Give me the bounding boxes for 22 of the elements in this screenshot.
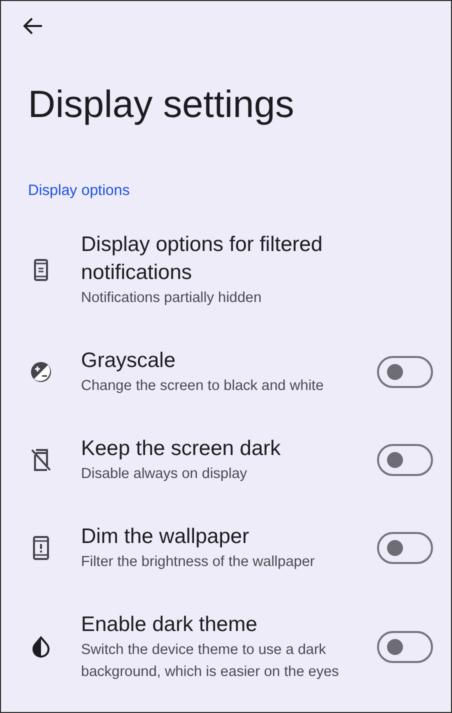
- toggle-switch[interactable]: [377, 356, 433, 388]
- setting-summary: Change the screen to black and white: [81, 377, 325, 396]
- phone-alert-icon: [33, 536, 49, 560]
- setting-title[interactable]: Grayscale: [81, 347, 363, 375]
- setting-title[interactable]: Keep the screen dark: [81, 435, 363, 463]
- drop-half-icon: [32, 636, 50, 658]
- phone-lines-icon: [34, 259, 48, 281]
- section-header: Display options: [28, 181, 131, 201]
- setting-summary: Notifications partially hidden: [81, 289, 263, 308]
- setting-summary: Switch the device theme to use a dark background, which is easier on the eyes: [81, 641, 340, 682]
- contrast-icon: [30, 361, 52, 383]
- setting-title[interactable]: Dim the wallpaper: [81, 523, 363, 551]
- setting-title[interactable]: Display options for filtered notifications: [81, 231, 419, 287]
- setting-title[interactable]: Enable dark theme: [81, 611, 363, 639]
- back-icon[interactable]: [23, 17, 43, 35]
- phone-off-icon: [30, 448, 52, 472]
- setting-summary: Disable always on display: [81, 465, 248, 484]
- toggle-switch[interactable]: [377, 631, 433, 663]
- setting-summary: Filter the brightness of the wallpaper: [81, 553, 316, 572]
- toggle-switch[interactable]: [377, 532, 433, 564]
- page-title: Display settings: [28, 83, 296, 128]
- toggle-switch[interactable]: [377, 444, 433, 476]
